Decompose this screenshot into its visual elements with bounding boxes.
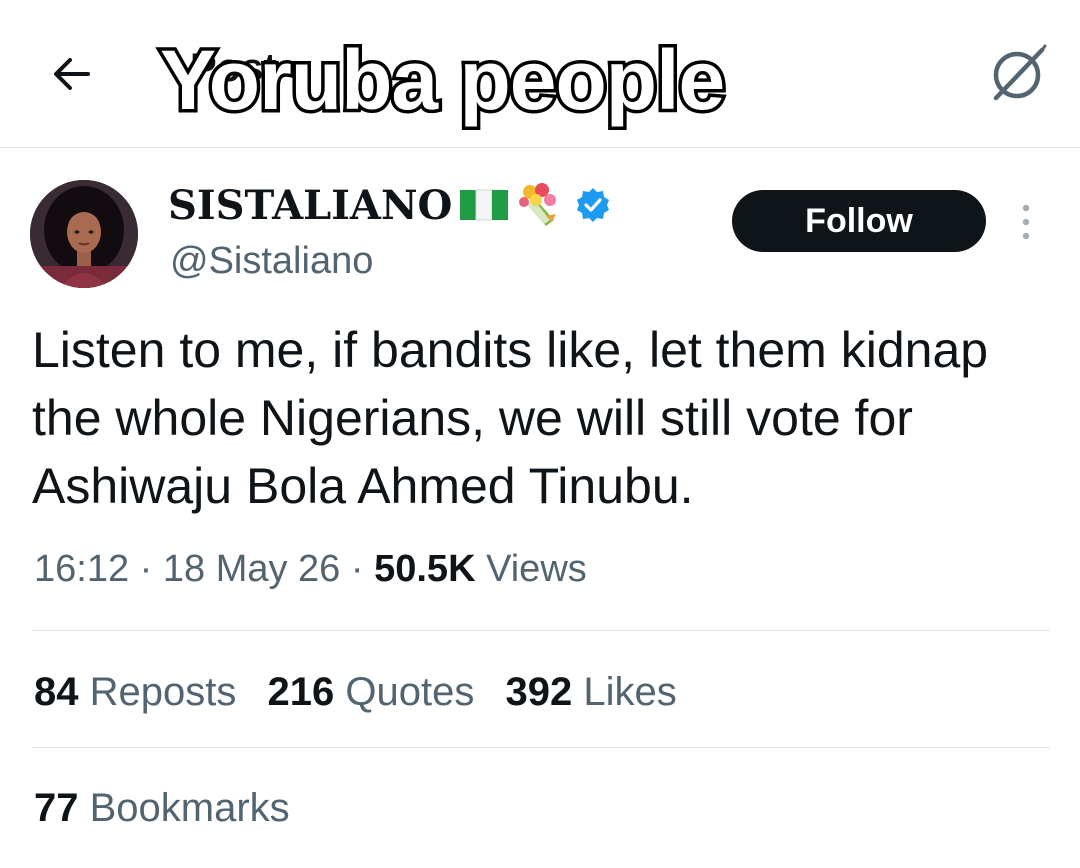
nigeria-flag-emoji [460,189,509,221]
likes-label: Likes [583,670,677,714]
views-count[interactable]: 50.5K [374,548,475,590]
bookmarks-stat[interactable]: 77 Bookmarks [34,786,290,831]
avatar[interactable] [30,180,138,288]
stats-divider [32,747,1050,748]
grok-button[interactable] [984,40,1050,106]
reposts-count: 84 [34,670,79,714]
meta-divider [32,630,1050,631]
follow-button[interactable]: Follow [732,190,986,252]
views-label: Views [486,548,587,590]
overlay-caption: Yoruba people [156,33,728,127]
likes-count: 392 [505,670,573,714]
author-handle[interactable]: @Sistaliano [170,240,373,283]
tweet-meta: 16:12 · 18 May 26 · 50.5K Views [34,548,587,591]
quotes-label: Quotes [345,670,475,714]
meta-separator: · [139,548,153,590]
more-vertical-icon [1022,204,1030,240]
bouquet-emoji [519,183,557,226]
tweet-text: Listen to me, if bandits like, let them … [32,322,989,514]
bookmarks-label: Bookmarks [89,786,290,830]
reposts-label: Reposts [89,670,237,714]
quotes-count: 216 [267,670,335,714]
author-name-row[interactable]: SISTALIANO [168,181,612,229]
engagement-stats: 84 Reposts 216 Quotes 392 Likes [34,670,697,715]
top-bar: Post Yoruba people [0,0,1080,148]
tweet-date[interactable]: 18 May 26 [163,548,340,590]
author-display-name: SISTALIANO [168,181,453,229]
more-options-button[interactable] [1014,202,1038,242]
arrow-left-icon [54,58,90,90]
avatar-image [30,180,138,288]
likes-stat[interactable]: 392 Likes [505,670,676,715]
header-divider [0,147,1080,148]
reposts-stat[interactable]: 84 Reposts [34,670,236,715]
verified-badge-icon [577,188,610,222]
back-button[interactable] [48,52,96,96]
grok-icon [993,44,1047,101]
meta-separator: · [350,548,364,590]
tweet-time[interactable]: 16:12 [34,548,129,590]
bookmarks-count: 77 [34,786,79,830]
quotes-stat[interactable]: 216 Quotes [268,670,475,715]
